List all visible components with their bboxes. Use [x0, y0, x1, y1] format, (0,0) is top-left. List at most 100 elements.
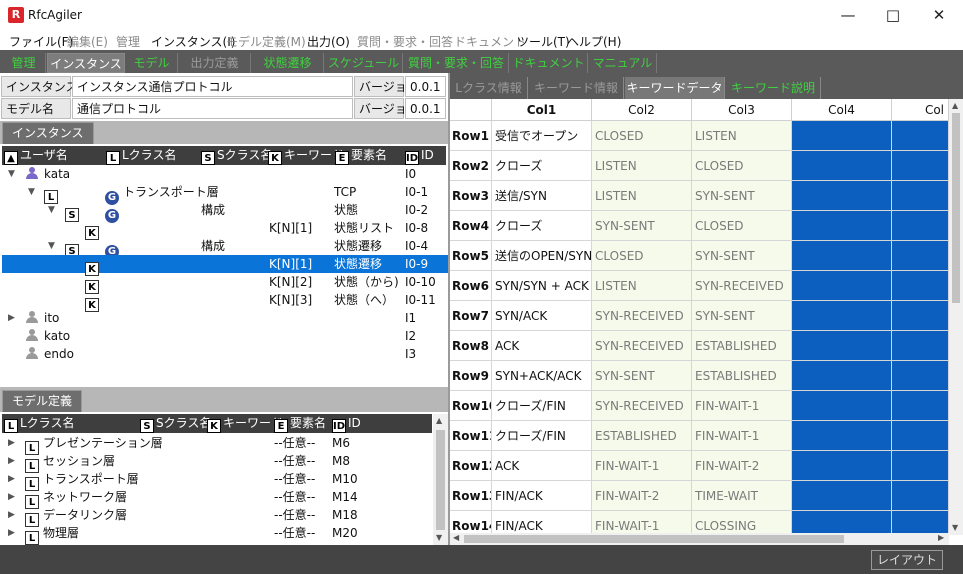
grid-cell-col2[interactable]: LISTEN [592, 151, 692, 181]
keyword-col-header[interactable]: K キーワード [268, 146, 344, 165]
id-col-header[interactable]: ID ID [405, 146, 434, 165]
scroll-thumb[interactable] [436, 430, 445, 530]
grid-cell-col2[interactable]: CLOSED [592, 241, 692, 271]
scroll-down-icon[interactable]: ▼ [436, 533, 442, 542]
close-icon[interactable]: ✕ [916, 0, 962, 30]
menu-document[interactable]: ドキュメント [454, 33, 526, 50]
menu-instance[interactable]: インスタンス(I) [151, 33, 235, 50]
grid-cell-col5[interactable] [892, 181, 949, 211]
grid-cell-col3[interactable]: CLOSED [692, 211, 792, 241]
model-row[interactable]: ▶ L 物理層 --任意-- M20 [2, 524, 432, 545]
grid-cell-col2[interactable]: SYN-RECEIVED [592, 301, 692, 331]
grid-cell-col3[interactable]: SYN-SENT [692, 241, 792, 271]
model-row[interactable]: ▶ L トランスポート層 --任意-- M10 [2, 470, 432, 491]
grid-row[interactable]: Row8 ACK SYN-RECEIVED ESTABLISHED [450, 331, 949, 361]
grid-col-header[interactable]: Col [892, 99, 949, 121]
collapsed-icon[interactable]: ▶ [8, 506, 15, 524]
grid-cell-col3[interactable]: ESTABLISHED [692, 331, 792, 361]
grid-cell-col5[interactable] [892, 151, 949, 181]
model-row[interactable]: ▶ L セッション層 --任意-- M8 [2, 452, 432, 473]
grid-cell-col2[interactable]: FIN-WAIT-2 [592, 481, 692, 511]
grid-cell-col5[interactable] [892, 331, 949, 361]
grid-cell-col1[interactable]: 送信のOPEN/SYN [492, 241, 592, 271]
grid-cell-col4[interactable] [792, 361, 892, 391]
grid-cell-col1[interactable]: クローズ [492, 211, 592, 241]
row-header[interactable]: Row13 [450, 481, 492, 511]
grid-cell-col5[interactable] [892, 121, 949, 151]
maximize-icon[interactable]: □ [870, 0, 916, 30]
sclass-col-header[interactable]: S Sクラス名 [140, 414, 211, 433]
row-header[interactable]: Row6 [450, 271, 492, 301]
tree-row[interactable]: ▼ L G トランスポート層 TCP I0-1 [2, 183, 448, 205]
grid-cell-col1[interactable]: FIN/ACK [492, 481, 592, 511]
grid-row[interactable]: Row13FIN/ACKFIN-WAIT-2TIME-WAIT [450, 481, 949, 511]
grid-col-header[interactable]: Col3 [692, 99, 792, 121]
grid-cell-col3[interactable]: ESTABLISHED [692, 361, 792, 391]
grid-cell-col2[interactable]: SYN-RECEIVED [592, 331, 692, 361]
tab-keyword-desc[interactable]: キーワード説明 [726, 77, 821, 99]
grid-row[interactable]: Row12ACKFIN-WAIT-1FIN-WAIT-2 [450, 451, 949, 481]
tab-lclass-info[interactable]: Lクラス情報 [450, 77, 528, 99]
grid-row[interactable]: Row7 SYN/ACK SYN-RECEIVED SYN-SENT [450, 301, 949, 331]
model-row[interactable]: ▶ L ネットワーク層 --任意-- M14 [2, 488, 432, 509]
grid-cell-col4[interactable] [792, 151, 892, 181]
tab-document[interactable]: ドキュメント [510, 53, 588, 73]
grid-cell-col3[interactable]: SYN-SENT [692, 301, 792, 331]
expanded-icon[interactable]: ▼ [8, 165, 15, 183]
row-header[interactable]: Row8 [450, 331, 492, 361]
grid-cell-col4[interactable] [792, 301, 892, 331]
grid-row[interactable]: Row1 受信でオープン CLOSED LISTEN [450, 121, 949, 151]
grid-cell-col1[interactable]: SYN+ACK/ACK [492, 361, 592, 391]
model-name-field[interactable]: 通信プロトコル [72, 98, 353, 119]
grid-cell-col4[interactable] [792, 181, 892, 211]
grid-cell-col3[interactable]: FIN-WAIT-1 [692, 421, 792, 451]
grid-cell-col1[interactable]: SYN/ACK [492, 301, 592, 331]
grid-cell-col4[interactable] [792, 241, 892, 271]
model-row[interactable]: ▶ L プレゼンテーション層 --任意-- M6 [2, 434, 432, 455]
expanded-icon[interactable]: ▼ [48, 201, 55, 219]
grid-row[interactable]: Row4 クローズ SYN-SENT CLOSED [450, 211, 949, 241]
grid-cell-col1[interactable]: ACK [492, 331, 592, 361]
row-header[interactable]: Row11 [450, 421, 492, 451]
expanded-icon[interactable]: ▼ [28, 183, 35, 201]
tab-qa[interactable]: 質問・要求・回答 [404, 53, 509, 73]
grid-cell-col3[interactable]: LISTEN [692, 121, 792, 151]
grid-cell-col5[interactable] [892, 211, 949, 241]
tree-row[interactable]: K K[N][1] 状態リスト I0-8 [2, 219, 448, 240]
tab-model-panel[interactable]: モデル定義 [2, 390, 83, 412]
grid-cell-col5[interactable] [892, 451, 949, 481]
scroll-up-icon[interactable]: ▲ [436, 416, 442, 425]
grid-cell-col2[interactable]: LISTEN [592, 271, 692, 301]
grid-cell-col1[interactable]: クローズ/FIN [492, 391, 592, 421]
grid-cell-col4[interactable] [792, 481, 892, 511]
tree-row[interactable]: ▶ ito I1 [2, 309, 448, 327]
grid-row[interactable]: Row14FIN/ACKFIN-WAIT-1CLOSSING [450, 511, 949, 535]
tree-row[interactable]: K K[N][3] 状態（へ） I0-11 [2, 291, 448, 312]
grid-cell-col5[interactable] [892, 421, 949, 451]
tree-row[interactable]: ▼ kata I0 [2, 165, 448, 183]
instance-name-field[interactable]: インスタンス通信プロトコル [72, 76, 353, 97]
tree-row[interactable]: endo I3 [2, 345, 448, 363]
menu-file[interactable]: ファイル(F) [9, 33, 73, 50]
menu-qa[interactable]: 質問・要求・回答 [357, 33, 453, 50]
grid-hscrollbar[interactable]: ◀ ▶ [450, 533, 949, 545]
scroll-left-icon[interactable]: ◀ [453, 533, 459, 542]
grid-cell-col4[interactable] [792, 451, 892, 481]
grid-cell-col2[interactable]: FIN-WAIT-1 [592, 511, 692, 535]
tab-state-transition[interactable]: 状態遷移 [252, 53, 324, 73]
version-field[interactable]: 0.0.1 [405, 76, 446, 97]
collapsed-icon[interactable]: ▶ [8, 524, 15, 542]
grid-cell-col2[interactable]: ESTABLISHED [592, 421, 692, 451]
menu-model[interactable]: モデル定義(M) [226, 33, 306, 50]
tab-instance-panel[interactable]: インスタンス [2, 122, 94, 144]
row-header[interactable]: Row10 [450, 391, 492, 421]
grid-cell-col5[interactable] [892, 361, 949, 391]
row-header[interactable]: Row7 [450, 301, 492, 331]
grid-col-header[interactable]: Col1 [492, 99, 592, 121]
grid-cell-col5[interactable] [892, 511, 949, 535]
grid-cell-col3[interactable]: CLOSSING [692, 511, 792, 535]
row-header[interactable]: Row12 [450, 451, 492, 481]
grid-cell-col2[interactable]: FIN-WAIT-1 [592, 451, 692, 481]
id-col-header[interactable]: ID ID [332, 414, 361, 433]
grid-cell-col2[interactable]: SYN-RECEIVED [592, 391, 692, 421]
